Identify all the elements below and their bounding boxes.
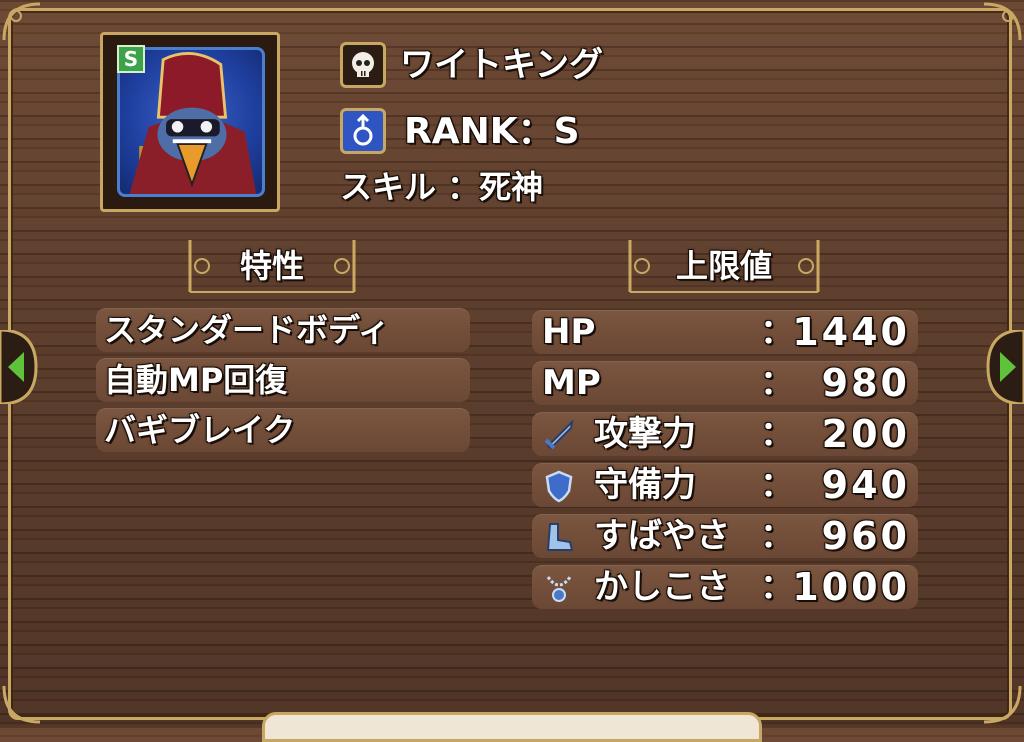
monster-portrait[interactable]: S bbox=[100, 32, 280, 212]
stat-value: 980 bbox=[821, 361, 910, 405]
next-arrow-button[interactable] bbox=[984, 328, 1024, 406]
stat-label: すばやさ bbox=[594, 516, 730, 556]
stat-colon: ： bbox=[760, 567, 794, 607]
stats-header-label: 上限値 bbox=[675, 247, 772, 285]
corner-ornament-icon bbox=[0, 0, 44, 44]
stat-colon: ： bbox=[760, 312, 794, 352]
sword-icon bbox=[544, 419, 574, 450]
prev-arrow-button[interactable] bbox=[0, 328, 40, 406]
corner-ornament-icon bbox=[980, 0, 1024, 44]
corner-ornament-icon bbox=[980, 682, 1024, 726]
stat-colon: ： bbox=[760, 516, 794, 556]
monster-skill: スキル ：死神 bbox=[340, 168, 544, 206]
trait-item[interactable]: バギブレイク bbox=[96, 408, 470, 452]
shield-icon bbox=[545, 470, 573, 503]
stats-header: 上限値 bbox=[624, 236, 824, 296]
stat-row-agility: すばやさ ： 960 bbox=[532, 514, 918, 558]
stat-value: 1000 bbox=[792, 565, 910, 609]
stat-label: MP bbox=[542, 363, 601, 403]
stat-colon: ： bbox=[760, 414, 794, 454]
trait-item[interactable]: スタンダードボディ bbox=[96, 308, 470, 352]
stat-value: 940 bbox=[821, 463, 910, 507]
stat-row-hp: HP ： 1440 bbox=[532, 310, 918, 354]
stat-colon: ： bbox=[760, 465, 794, 505]
rank-badge: S bbox=[117, 45, 145, 73]
trait-label: 自動MP回復 bbox=[104, 361, 288, 399]
stat-label: 攻撃力 bbox=[594, 414, 696, 454]
traits-header: 特性 bbox=[184, 236, 360, 296]
stat-label: かしこさ bbox=[594, 567, 730, 607]
stat-row-wisdom: かしこさ ： 1000 bbox=[532, 565, 918, 609]
stat-label: 守備力 bbox=[594, 465, 696, 505]
bottom-tab[interactable] bbox=[262, 712, 762, 742]
stat-value: 960 bbox=[821, 514, 910, 558]
boot-icon bbox=[546, 523, 574, 551]
trait-item[interactable]: 自動MP回復 bbox=[96, 358, 470, 402]
stat-value: 200 bbox=[821, 412, 910, 456]
chevron-right-icon bbox=[986, 328, 1024, 406]
corner-ornament-icon bbox=[0, 682, 44, 726]
stat-value: 1440 bbox=[792, 310, 910, 354]
skull-icon bbox=[352, 52, 374, 77]
necklace-icon bbox=[546, 576, 572, 602]
chevron-left-icon bbox=[0, 328, 38, 406]
stat-row-attack: 攻撃力 ： 200 bbox=[532, 412, 918, 456]
male-symbol-icon bbox=[353, 113, 373, 146]
trait-label: スタンダードボディ bbox=[104, 311, 390, 349]
monster-rank: RANK：S bbox=[404, 111, 580, 152]
gender-badge bbox=[340, 108, 386, 154]
type-badge bbox=[340, 42, 386, 88]
monster-name: ワイトキング bbox=[400, 45, 603, 85]
stat-row-mp: MP ： 980 bbox=[532, 361, 918, 405]
stat-row-defense: 守備力 ： 940 bbox=[532, 463, 918, 507]
stat-colon: ： bbox=[760, 363, 794, 403]
stat-label: HP bbox=[542, 312, 596, 352]
traits-header-label: 特性 bbox=[239, 247, 304, 285]
trait-label: バギブレイク bbox=[104, 411, 296, 449]
